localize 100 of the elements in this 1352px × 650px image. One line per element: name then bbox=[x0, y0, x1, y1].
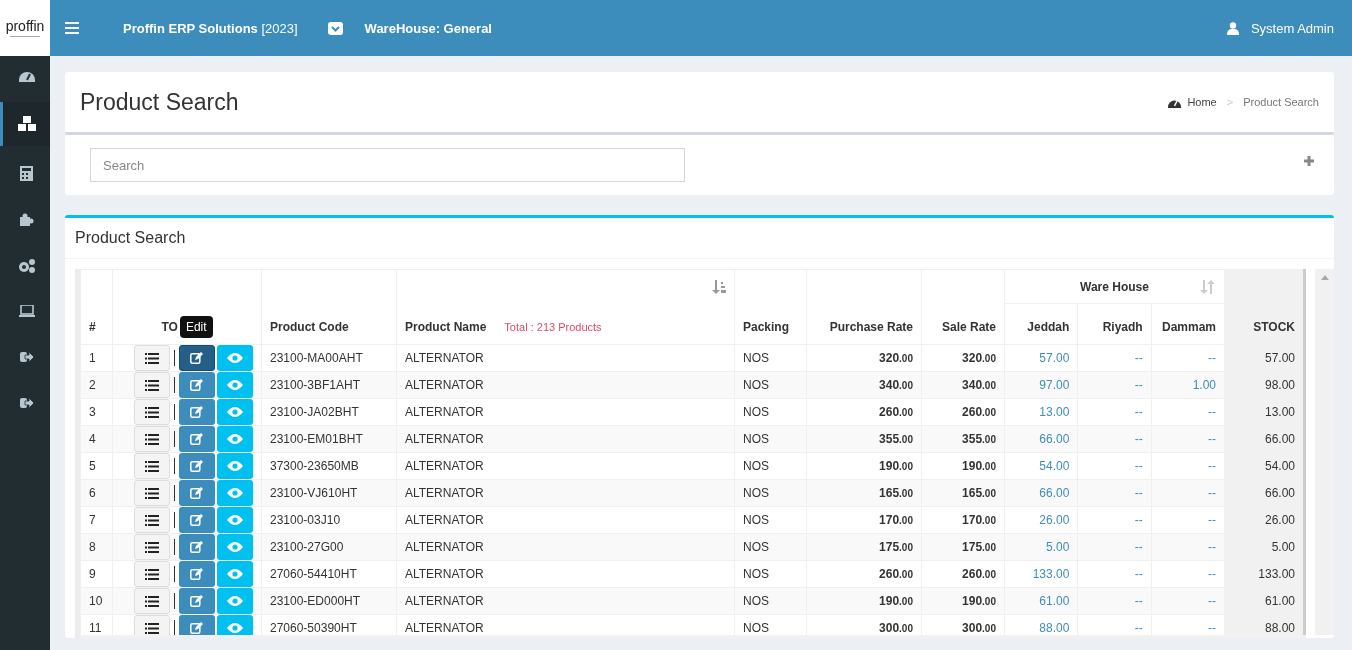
table-cell: -- bbox=[1077, 560, 1152, 588]
table-cell: 23100-27G00 bbox=[261, 533, 397, 561]
table-cell: 54.00 bbox=[1004, 452, 1078, 480]
eye-icon bbox=[226, 542, 243, 552]
table-cell: 320.00 bbox=[806, 344, 922, 372]
edit-icon bbox=[190, 568, 203, 580]
table-cell: 66.00 bbox=[1004, 425, 1078, 453]
cubes-icon bbox=[16, 116, 37, 132]
table-cell: 23100-VJ610HT bbox=[261, 479, 397, 507]
view-button[interactable] bbox=[216, 480, 253, 506]
view-button[interactable] bbox=[216, 588, 253, 614]
view-button[interactable] bbox=[216, 453, 253, 479]
sidebar-item[interactable] bbox=[0, 102, 50, 146]
details-button[interactable] bbox=[133, 480, 170, 506]
view-button[interactable] bbox=[216, 426, 253, 452]
calculator-icon bbox=[20, 165, 33, 181]
table-cell: 165.00 bbox=[921, 479, 1005, 507]
table-cell: 190.00 bbox=[921, 452, 1005, 480]
sign-out-icon bbox=[19, 351, 34, 363]
table-cell: 165.00 bbox=[806, 479, 922, 507]
table-cell: 190.00 bbox=[806, 587, 922, 615]
table-cell: 97.00 bbox=[1004, 371, 1078, 399]
breadcrumb-link[interactable]: Home bbox=[1187, 96, 1217, 108]
table-cell: ALTERNATOR bbox=[396, 452, 735, 480]
view-button[interactable] bbox=[216, 507, 253, 533]
table-cell: -- bbox=[1151, 560, 1225, 588]
details-button[interactable] bbox=[133, 372, 170, 398]
column-header: Jeddah bbox=[1004, 303, 1078, 345]
table-cell: -- bbox=[1077, 344, 1152, 372]
dropdown-icon[interactable] bbox=[327, 21, 343, 35]
table-cell: ALTERNATOR bbox=[396, 587, 735, 615]
details-button[interactable] bbox=[133, 399, 170, 425]
table-cell: 98.00 bbox=[1224, 371, 1305, 399]
table-cell: -- bbox=[1077, 398, 1152, 426]
table-cell: 7 bbox=[80, 506, 113, 534]
details-button[interactable] bbox=[133, 426, 170, 452]
details-button[interactable] bbox=[133, 345, 170, 371]
user-name[interactable]: System Admin bbox=[1250, 20, 1334, 36]
table-cell: NOS bbox=[734, 587, 807, 615]
table-cell: 190.00 bbox=[806, 452, 922, 480]
puzzle-icon bbox=[19, 212, 34, 226]
details-button[interactable] bbox=[133, 561, 170, 587]
list-icon bbox=[144, 514, 159, 526]
details-button[interactable] bbox=[133, 615, 170, 635]
details-button[interactable] bbox=[133, 507, 170, 533]
edit-button[interactable] bbox=[178, 345, 215, 371]
table-cell: 61.00 bbox=[1004, 587, 1078, 615]
eye-icon bbox=[226, 515, 243, 525]
table-cell: 340.00 bbox=[806, 371, 922, 399]
list-icon bbox=[144, 352, 159, 364]
view-button[interactable] bbox=[216, 561, 253, 587]
list-icon bbox=[144, 622, 159, 634]
table-cell: 355.00 bbox=[921, 425, 1005, 453]
table-cell: 23100-MA00AHT bbox=[261, 344, 397, 372]
search-field[interactable]: Search bbox=[90, 148, 685, 182]
details-button[interactable] bbox=[133, 588, 170, 614]
table-cell: -- bbox=[1077, 506, 1152, 534]
plus-icon[interactable] bbox=[1304, 156, 1314, 166]
column-header: STOCK bbox=[1224, 269, 1305, 345]
table-cell: ALTERNATOR bbox=[396, 398, 735, 426]
edit-icon bbox=[190, 352, 203, 364]
table-cell: NOS bbox=[734, 371, 807, 399]
table-cell: 6 bbox=[80, 479, 113, 507]
view-button[interactable] bbox=[216, 534, 253, 560]
total-count: Total : 213 Products bbox=[504, 321, 602, 333]
sign-out-icon bbox=[19, 397, 34, 409]
menu-icon[interactable] bbox=[65, 22, 79, 34]
eye-icon bbox=[226, 461, 243, 471]
list-icon bbox=[144, 433, 159, 445]
table-cell: 133.00 bbox=[1004, 560, 1078, 588]
details-button[interactable] bbox=[133, 453, 170, 479]
details-button[interactable] bbox=[133, 534, 170, 560]
view-button[interactable] bbox=[216, 399, 253, 425]
table-cell: -- bbox=[1077, 479, 1152, 507]
view-button[interactable] bbox=[216, 615, 253, 635]
scroll-up-icon[interactable] bbox=[1320, 275, 1329, 280]
laptop-icon bbox=[18, 305, 35, 317]
group-header: Ware House bbox=[1080, 279, 1149, 294]
table-cell: 54.00 bbox=[1224, 452, 1305, 480]
edit-icon bbox=[190, 460, 203, 472]
column-header: Packing bbox=[734, 269, 807, 345]
column-header: # bbox=[80, 269, 113, 345]
column-header: Product Name bbox=[405, 320, 487, 334]
edit-icon bbox=[190, 622, 203, 634]
table-cell: 260.00 bbox=[921, 398, 1005, 426]
table-cell: 23100-3BF1AHT bbox=[261, 371, 397, 399]
table-cell: 3 bbox=[80, 398, 113, 426]
eye-icon bbox=[226, 434, 243, 444]
vertical-scrollbar[interactable] bbox=[1315, 269, 1334, 635]
list-icon bbox=[144, 541, 159, 553]
table-cell: 175.00 bbox=[921, 533, 1005, 561]
table-cell: 57.00 bbox=[1004, 344, 1078, 372]
table-cell: NOS bbox=[734, 533, 807, 561]
warehouse-label[interactable]: WareHouse: General bbox=[364, 20, 492, 36]
column-header: Sale Rate bbox=[921, 269, 1005, 345]
table-cell: ALTERNATOR bbox=[396, 344, 735, 372]
eye-icon bbox=[226, 380, 243, 390]
table-cell: 1 bbox=[80, 344, 113, 372]
sort-icon[interactable] bbox=[712, 280, 726, 294]
table-cell: NOS bbox=[734, 452, 807, 480]
